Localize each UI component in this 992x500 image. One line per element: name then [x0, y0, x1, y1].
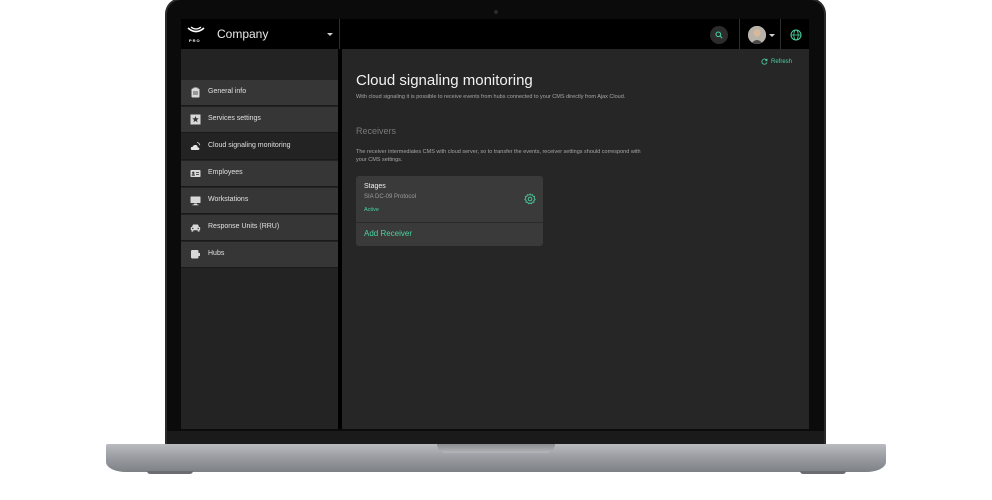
sidebar-item-label: Cloud signaling monitoring	[208, 142, 291, 149]
refresh-icon	[761, 58, 768, 65]
receivers-description: The receiver intermediates CMS with clou…	[356, 149, 641, 163]
status-badge: Active	[364, 207, 379, 213]
sidebar-item-general-info[interactable]: General info	[181, 80, 338, 106]
main-content: Refresh Cloud signaling monitoring With …	[342, 49, 809, 429]
refresh-button[interactable]: Refresh	[761, 58, 792, 65]
search-button[interactable]	[710, 26, 728, 44]
add-receiver-button[interactable]: Add Receiver	[364, 229, 412, 238]
sidebar: General info Services settings Cloud sig…	[181, 49, 338, 429]
id-card-icon	[190, 170, 201, 177]
sidebar-item-response-units[interactable]: Response Units (RRU)	[181, 215, 338, 241]
laptop-foot	[147, 471, 193, 474]
sidebar-item-label: Workstations	[208, 196, 249, 203]
receiver-item[interactable]: Stages SIA DC-09 Protocol Active	[356, 176, 543, 222]
cloud-icon	[190, 142, 201, 150]
sidebar-item-cloud-signaling[interactable]: Cloud signaling monitoring	[181, 134, 338, 160]
divider	[339, 19, 340, 49]
star-icon	[190, 114, 201, 125]
monitor-icon	[190, 196, 201, 206]
divider	[780, 19, 781, 49]
sidebar-item-label: Response Units (RRU)	[208, 223, 280, 230]
chevron-down-icon[interactable]	[327, 33, 333, 36]
divider	[739, 19, 740, 49]
laptop-foot	[800, 471, 846, 474]
camera	[494, 10, 498, 14]
receiver-protocol: SIA DC-09 Protocol	[364, 194, 417, 200]
sidebar-item-label: General info	[208, 88, 247, 95]
divider	[356, 222, 543, 223]
search-icon	[715, 31, 723, 39]
laptop-hinge	[167, 431, 824, 445]
globe-icon[interactable]	[790, 28, 802, 41]
sidebar-item-label: Employees	[208, 169, 243, 176]
receivers-heading: Receivers	[356, 126, 397, 136]
receiver-card: Stages SIA DC-09 Protocol Active Add Rec…	[356, 176, 543, 246]
page-title: Cloud signaling monitoring	[356, 72, 533, 89]
car-icon	[190, 224, 201, 232]
receiver-name: Stages	[364, 183, 386, 190]
company-selector[interactable]: Company	[217, 27, 268, 41]
chevron-down-icon[interactable]	[769, 34, 775, 37]
avatar[interactable]	[748, 26, 766, 44]
top-bar: PRO Company	[181, 19, 809, 49]
refresh-label: Refresh	[771, 58, 793, 65]
page-description: With cloud signaling it is possible to r…	[356, 94, 626, 100]
hub-icon	[191, 250, 200, 259]
sidebar-item-services-settings[interactable]: Services settings	[181, 107, 338, 133]
laptop-notch	[437, 444, 555, 453]
gear-icon[interactable]	[524, 193, 536, 205]
sidebar-item-employees[interactable]: Employees	[181, 161, 338, 187]
sidebar-item-label: Hubs	[208, 250, 225, 257]
sidebar-item-label: Services settings	[208, 115, 261, 122]
sidebar-item-hubs[interactable]: Hubs	[181, 242, 338, 268]
app-screen: PRO Company General info Services settin…	[181, 19, 809, 429]
sidebar-item-workstations[interactable]: Workstations	[181, 188, 338, 214]
logo-pro-label: PRO	[189, 38, 201, 43]
clipboard-icon	[191, 87, 200, 98]
